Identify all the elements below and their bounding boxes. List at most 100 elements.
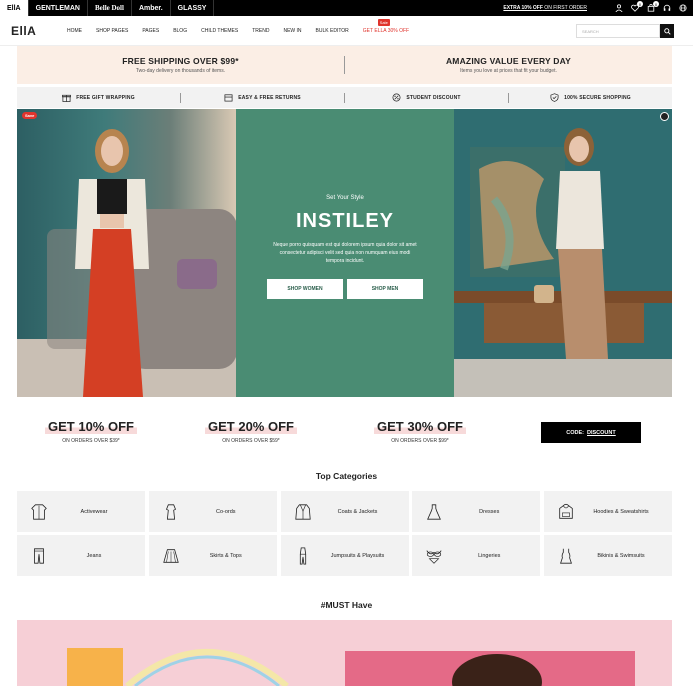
code-value: DISCOUNT — [587, 429, 616, 436]
top-categories-title: Top Categories — [315, 471, 378, 481]
category-label: Jumpsuits & Playsuits — [330, 552, 385, 559]
discount-code-box[interactable]: CODE: DISCOUNT — [541, 422, 641, 443]
hero-men-image[interactable] — [454, 109, 672, 397]
category-hoodies[interactable]: Hoodies & Sweatshirts — [544, 491, 672, 532]
offer-10-subtitle: ON ORDERS OVER $39* — [62, 438, 120, 444]
nav-pages[interactable]: PAGES — [135, 28, 166, 34]
feature-returns: EASY & FREE RETURNS — [181, 93, 344, 102]
category-jumpsuits[interactable]: Jumpsuits & Playsuits — [280, 535, 409, 576]
main-menu: HOME SHOP PAGES PAGES BLOG CHILD THEMES … — [60, 18, 416, 34]
feature-student-discount: STUDENT DISCOUNT — [345, 93, 508, 102]
wishlist-count: 0 — [637, 1, 643, 7]
sale-badge: Sale — [377, 18, 390, 26]
hero-description: Neque porro quisquam est qui dolorem ips… — [273, 242, 417, 264]
hero-content: Set Your Style INSTILEY Neque porro quis… — [236, 109, 454, 397]
must-have-banner[interactable] — [17, 620, 672, 686]
hero-women-image[interactable]: Save — [17, 109, 236, 397]
feature-gift-wrapping: FREE GIFT WRAPPING — [17, 93, 180, 102]
feature-gift-label: FREE GIFT WRAPPING — [76, 94, 135, 101]
search-icon — [663, 27, 671, 35]
site-logo[interactable]: EllA — [11, 24, 56, 38]
dress-icon — [424, 502, 444, 522]
value-block: AMAZING VALUE EVERY DAY Items you love a… — [345, 46, 672, 84]
offer-20-title: GET 20% OFF — [205, 419, 297, 434]
category-lingeries[interactable]: Lingeries — [412, 535, 541, 576]
swimsuit-icon — [556, 546, 576, 566]
shield-icon — [550, 93, 559, 102]
category-label: Dresses — [479, 508, 500, 515]
category-label: Lingeries — [478, 552, 501, 559]
nav-get-ella-offer[interactable]: GET ELLA 30% OFF Sale — [356, 18, 416, 34]
quickview-icon[interactable] — [660, 112, 669, 121]
brand-tab-belle-doll[interactable]: Belle Doll — [88, 0, 132, 16]
brand-tab-ella[interactable]: EllA — [0, 0, 29, 16]
category-activewear[interactable]: Activewear — [17, 491, 145, 532]
must-have-artwork — [67, 648, 635, 686]
jeans-icon — [29, 546, 49, 566]
offer-30[interactable]: GET 30% OFF ON ORDERS OVER $99* — [374, 418, 466, 444]
category-label: Coats & Jackets — [337, 508, 378, 515]
category-skirts-tops[interactable]: Skirts & Tops — [148, 535, 277, 576]
features-bar: FREE GIFT WRAPPING EASY & FREE RETURNS S… — [17, 87, 672, 108]
must-have-title: #MUST Have — [320, 600, 373, 610]
cart-icon[interactable]: 0 — [647, 1, 659, 12]
category-label: Activewear — [80, 508, 108, 515]
category-jeans[interactable]: Jeans — [17, 535, 145, 576]
free-shipping-title: FREE SHIPPING OVER $99* — [122, 56, 239, 66]
shop-men-button[interactable]: SHOP MEN — [347, 279, 423, 299]
promo-bold: EXTRA 10% OFF — [503, 5, 543, 11]
category-dresses[interactable]: Dresses — [412, 491, 541, 532]
hero-subtitle: Set Your Style — [326, 195, 364, 201]
headset-icon[interactable] — [663, 4, 671, 12]
code-label: CODE: — [566, 429, 584, 436]
search-input[interactable]: SEARCH — [576, 24, 660, 38]
free-shipping-subtitle: Two-day delivery on thousands of items. — [135, 68, 226, 74]
value-subtitle: Items you love at prices that fit your b… — [460, 68, 557, 74]
shipping-banner: FREE SHIPPING OVER $99* Two-day delivery… — [17, 46, 672, 84]
gift-icon — [62, 94, 72, 102]
hero-buttons: SHOP WOMEN SHOP MEN — [267, 279, 423, 299]
search-button[interactable] — [660, 24, 674, 38]
nav-blog[interactable]: BLOG — [166, 28, 194, 34]
category-label: Co-ords — [215, 508, 236, 515]
category-grid: Activewear Co-ords Coats & Jackets Dress… — [17, 491, 672, 577]
nav-new-in[interactable]: NEW IN — [276, 28, 308, 34]
nav-bulk-editor[interactable]: BULK EDITOR — [309, 28, 356, 34]
hero-banner: Save Set Your Style INSTILEY Neque porro… — [17, 109, 672, 397]
offer-20[interactable]: GET 20% OFF ON ORDERS OVER $59* — [205, 418, 297, 444]
shop-women-button[interactable]: SHOP WOMEN — [267, 279, 343, 299]
category-coords[interactable]: Co-ords — [148, 491, 277, 532]
brand-tab-glassy[interactable]: GLASSY — [171, 0, 215, 16]
brand-switcher-bar: EllA GENTLEMAN Belle Doll Amber. GLASSY … — [0, 0, 693, 16]
main-navbar: EllA HOME SHOP PAGES PAGES BLOG CHILD TH… — [0, 16, 693, 46]
category-coats-jackets[interactable]: Coats & Jackets — [280, 491, 409, 532]
woman-model-illustration-right — [454, 109, 672, 397]
offer-20-subtitle: ON ORDERS OVER $59* — [222, 438, 280, 444]
box-icon — [224, 94, 233, 102]
topbar-utilities: EXTRA 10% OFF ON FIRST ORDER 0 0 — [503, 0, 687, 16]
hero-title: INSTILEY — [295, 210, 394, 232]
globe-icon[interactable] — [679, 4, 687, 12]
feature-student-label: STUDENT DISCOUNT — [406, 94, 461, 101]
nav-child-themes[interactable]: CHILD THEMES — [194, 28, 245, 34]
promo-link[interactable]: EXTRA 10% OFF ON FIRST ORDER — [503, 5, 587, 11]
brand-tab-amber[interactable]: Amber. — [132, 0, 171, 16]
nav-trend[interactable]: TREND — [245, 28, 276, 34]
offer-10[interactable]: GET 10% OFF ON ORDERS OVER $39* — [45, 418, 137, 444]
wishlist-icon[interactable]: 0 — [631, 1, 643, 12]
nav-home[interactable]: HOME — [60, 28, 89, 34]
jacket-icon — [29, 502, 49, 522]
woman-model-illustration — [17, 129, 236, 397]
nav-shop-pages[interactable]: SHOP PAGES — [89, 28, 135, 34]
discount-icon — [392, 93, 401, 102]
discount-offers: GET 10% OFF ON ORDERS OVER $39* GET 20% … — [17, 414, 672, 448]
user-icon[interactable] — [615, 4, 623, 12]
brand-tab-gentleman[interactable]: GENTLEMAN — [29, 0, 88, 16]
offer-30-title: GET 30% OFF — [374, 419, 466, 434]
category-bikinis[interactable]: Bikinis & Swimsuits — [544, 535, 672, 576]
offer-10-title: GET 10% OFF — [45, 419, 137, 434]
lingerie-icon — [424, 546, 444, 566]
pinterest-save-button[interactable]: Save — [22, 112, 38, 119]
promo-rest: ON FIRST ORDER — [542, 5, 587, 11]
value-title: AMAZING VALUE EVERY DAY — [445, 56, 572, 66]
